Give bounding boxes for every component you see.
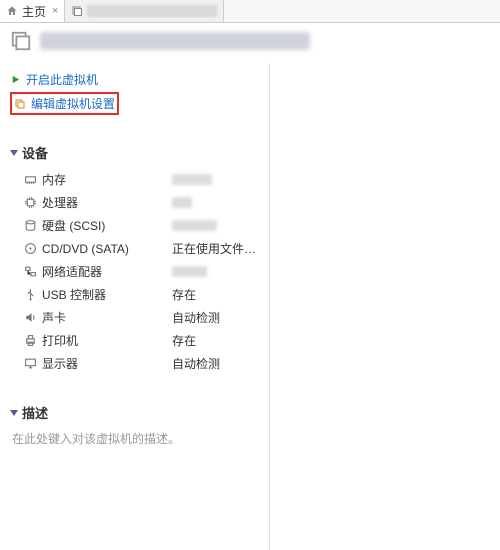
home-icon xyxy=(6,5,18,17)
power-on-label: 开启此虚拟机 xyxy=(26,71,98,88)
memory-icon xyxy=(24,173,42,186)
device-printer[interactable]: 打印机 存在 xyxy=(10,329,259,352)
chevron-down-icon xyxy=(10,410,18,416)
vm-title-bar xyxy=(0,23,500,63)
edit-settings-link[interactable]: 编辑虚拟机设置 xyxy=(14,95,115,112)
tab-home[interactable]: 主页 × xyxy=(0,0,65,22)
summary-pane: 开启此虚拟机 编辑虚拟机设置 设备 内存 xyxy=(0,63,270,550)
vm-icon xyxy=(71,5,83,17)
tab-home-label: 主页 xyxy=(22,3,46,20)
device-value: 存在 xyxy=(172,286,259,303)
device-value-redacted xyxy=(172,197,192,208)
network-icon xyxy=(24,265,42,278)
power-on-link[interactable]: 开启此虚拟机 xyxy=(10,69,259,90)
cd-icon xyxy=(24,242,42,255)
device-list: 内存 处理器 硬盘 (SCSI) CD/DVD (SATA) 正在使用文件 xyxy=(10,168,259,375)
usb-icon xyxy=(24,288,42,301)
device-label: CD/DVD (SATA) xyxy=(42,242,172,256)
device-network[interactable]: 网络适配器 xyxy=(10,260,259,283)
device-label: 网络适配器 xyxy=(42,263,172,280)
device-label: 硬盘 (SCSI) xyxy=(42,217,172,234)
device-cd[interactable]: CD/DVD (SATA) 正在使用文件 D:... xyxy=(10,237,259,260)
disk-icon xyxy=(24,219,42,232)
device-label: USB 控制器 xyxy=(42,286,172,303)
close-icon[interactable]: × xyxy=(52,5,58,17)
description-placeholder[interactable]: 在此处键入对该虚拟机的描述。 xyxy=(10,430,259,447)
display-icon xyxy=(24,357,42,370)
cpu-icon xyxy=(24,196,42,209)
device-display[interactable]: 显示器 自动检测 xyxy=(10,352,259,375)
tab-vm-label-redacted xyxy=(87,5,217,17)
devices-header[interactable]: 设备 xyxy=(10,143,259,162)
device-memory[interactable]: 内存 xyxy=(10,168,259,191)
vm-title-redacted xyxy=(40,32,310,50)
sound-icon xyxy=(24,311,42,324)
device-label: 内存 xyxy=(42,171,172,188)
edit-settings-label: 编辑虚拟机设置 xyxy=(31,95,115,112)
description-label: 描述 xyxy=(22,403,48,422)
devices-label: 设备 xyxy=(22,143,48,162)
device-value: 存在 xyxy=(172,332,259,349)
description-header[interactable]: 描述 xyxy=(10,403,259,422)
device-disk[interactable]: 硬盘 (SCSI) xyxy=(10,214,259,237)
device-usb[interactable]: USB 控制器 存在 xyxy=(10,283,259,306)
device-value-redacted xyxy=(172,220,217,231)
device-value-redacted xyxy=(172,266,207,277)
device-label: 打印机 xyxy=(42,332,172,349)
tab-vm[interactable] xyxy=(65,0,224,22)
device-label: 显示器 xyxy=(42,355,172,372)
device-value: 正在使用文件 D:... xyxy=(172,240,259,257)
device-sound[interactable]: 声卡 自动检测 xyxy=(10,306,259,329)
vm-large-icon xyxy=(10,30,32,52)
device-value: 自动检测 xyxy=(172,355,259,372)
device-label: 处理器 xyxy=(42,194,172,211)
device-label: 声卡 xyxy=(42,309,172,326)
printer-icon xyxy=(24,334,42,347)
description-section: 描述 在此处键入对该虚拟机的描述。 xyxy=(10,403,259,447)
chevron-down-icon xyxy=(10,150,18,156)
devices-section: 设备 内存 处理器 硬盘 (SCSI) xyxy=(10,143,259,375)
device-value-redacted xyxy=(172,174,212,185)
edit-icon xyxy=(14,98,26,110)
tab-bar: 主页 × xyxy=(0,0,500,23)
edit-settings-highlight: 编辑虚拟机设置 xyxy=(10,92,119,115)
play-icon xyxy=(10,74,21,85)
device-value: 自动检测 xyxy=(172,309,259,326)
device-cpu[interactable]: 处理器 xyxy=(10,191,259,214)
content-area: 开启此虚拟机 编辑虚拟机设置 设备 内存 xyxy=(0,63,500,550)
